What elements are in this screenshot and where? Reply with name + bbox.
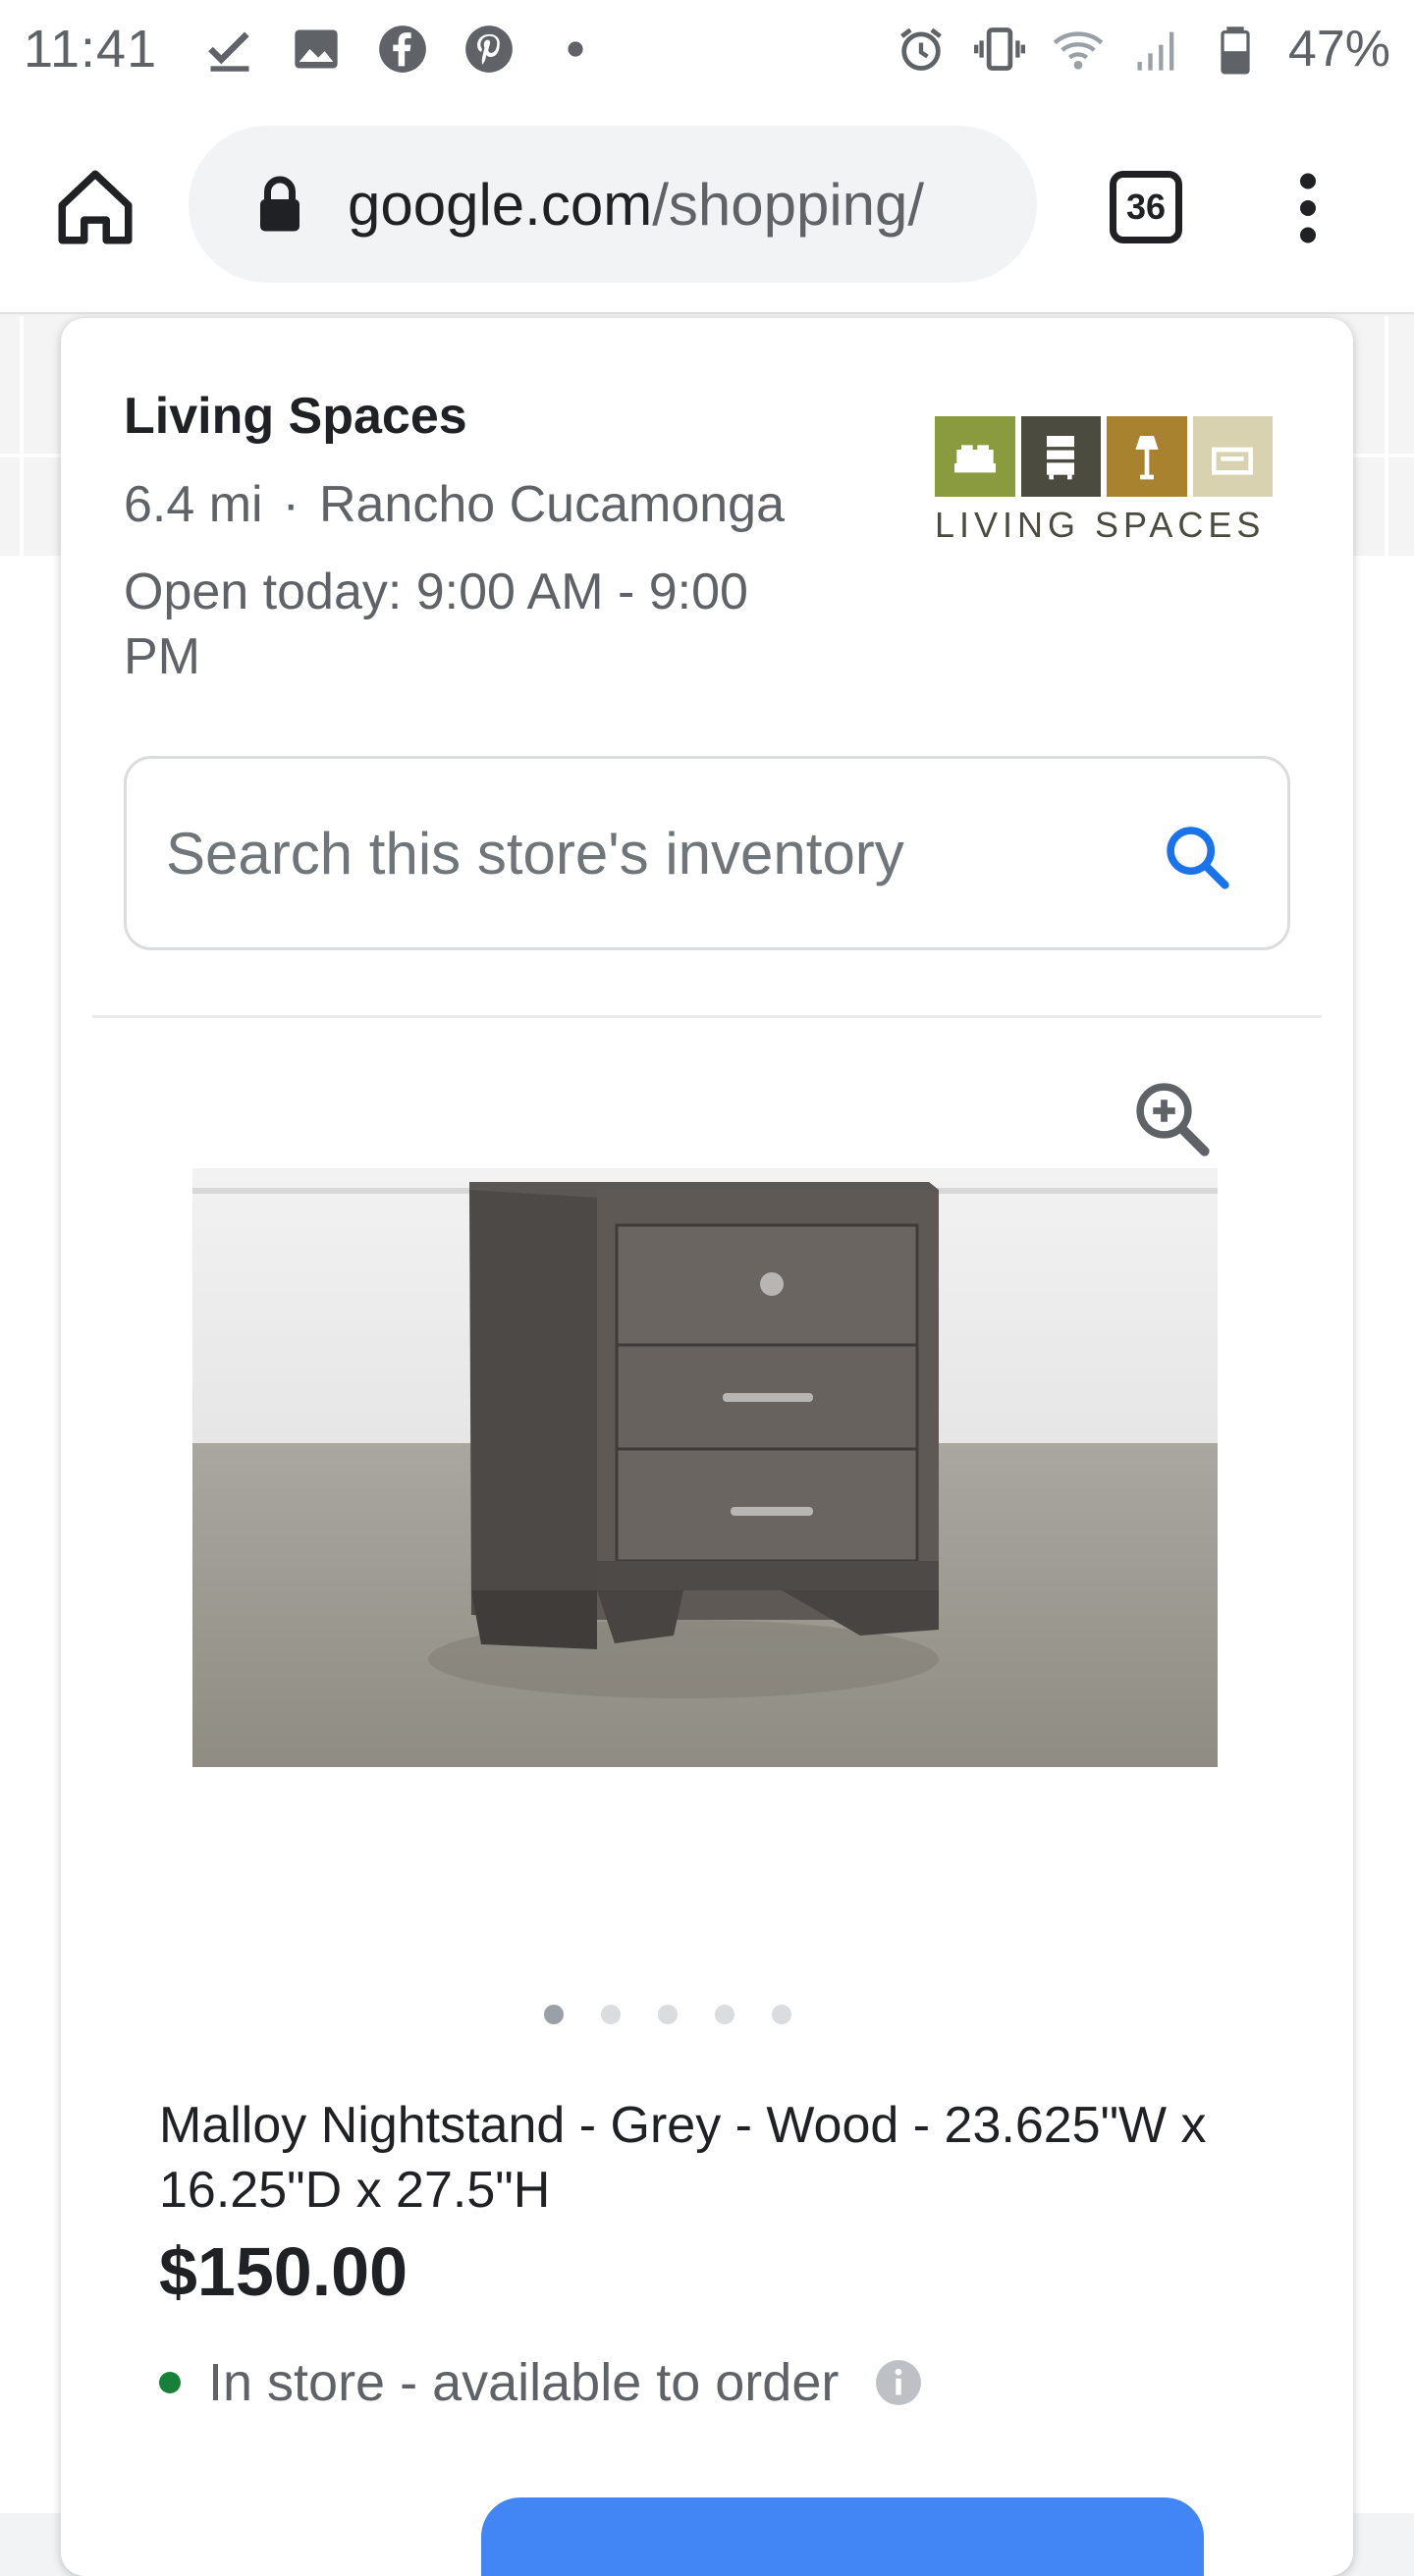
dresser-icon: [1020, 416, 1101, 497]
product-price: $150.00: [159, 2233, 408, 2310]
facebook-icon: [377, 24, 428, 75]
more-vert-icon: [1300, 173, 1316, 243]
store-distance: 6.4 mi: [124, 476, 263, 533]
lock-icon: [260, 176, 299, 232]
pinterest-icon: [463, 24, 515, 75]
url-text: google.com/shopping/: [348, 171, 924, 239]
store-name: Living Spaces: [124, 388, 467, 445]
tab-count: 36: [1125, 187, 1167, 227]
carousel-dot[interactable]: [715, 2005, 734, 2024]
url-bar[interactable]: google.com/shopping/: [189, 126, 1037, 283]
url-host: google.com: [348, 171, 653, 238]
battery-icon: [1210, 24, 1261, 75]
store-hours: Open today: 9:00 AM - 9:00 PM: [124, 564, 748, 685]
primary-action-button[interactable]: [481, 2497, 1204, 2576]
wifi-icon: [1053, 24, 1104, 75]
store-card: Living Spaces 6.4 mi · Rancho Cucamonga …: [61, 318, 1353, 2576]
availability: In store - available to order: [159, 2352, 923, 2413]
store-logo[interactable]: LIVING SPACES: [935, 416, 1273, 564]
url-path: /shopping/: [652, 171, 925, 238]
sofa-icon: [1192, 416, 1273, 497]
carousel-dot[interactable]: [772, 2005, 791, 2024]
signal-icon: [1131, 24, 1182, 75]
divider: [92, 1015, 1322, 1018]
carousel-dot[interactable]: [601, 2005, 621, 2024]
search-icon[interactable]: [1160, 820, 1234, 894]
browser-toolbar: google.com/shopping/ 36: [0, 98, 1414, 314]
status-bar: 11:41 47%: [0, 0, 1414, 98]
carousel-dot[interactable]: [544, 2005, 564, 2024]
lamp-icon: [1107, 416, 1187, 497]
image-carousel-dots[interactable]: [61, 2005, 1353, 2024]
check-download-icon: [204, 24, 255, 75]
in-stock-dot: [159, 2372, 181, 2393]
nightstand-photo: [192, 1168, 1218, 1767]
home-button[interactable]: [51, 163, 139, 251]
bed-icon: [935, 416, 1015, 497]
info-icon[interactable]: [874, 2358, 923, 2407]
battery-percent: 47%: [1287, 21, 1390, 78]
product-image[interactable]: [192, 1168, 1218, 1767]
notification-icons: [204, 24, 601, 75]
carousel-dot[interactable]: [658, 2005, 678, 2024]
search-input[interactable]: [166, 819, 1109, 887]
system-icons: 47%: [896, 20, 1390, 79]
alarm-icon: [896, 24, 947, 75]
product-title[interactable]: Malloy Nightstand - Grey - Wood - 23.625…: [159, 2093, 1278, 2223]
store-city: Rancho Cucamonga: [318, 476, 786, 533]
vibrate-icon: [973, 24, 1025, 75]
logo-wordmark: LIVING SPACES: [935, 505, 1266, 545]
tab-switcher-button[interactable]: 36: [1110, 171, 1182, 243]
store-inventory-search[interactable]: [124, 756, 1290, 950]
store-meta: 6.4 mi · Rancho Cucamonga: [124, 475, 785, 534]
overflow-menu-button[interactable]: [1278, 169, 1337, 247]
dot-icon: [550, 24, 601, 75]
status-time: 11:41: [24, 20, 158, 79]
availability-text: In store - available to order: [208, 2353, 840, 2412]
home-icon: [58, 170, 133, 244]
image-icon: [291, 24, 342, 75]
meta-separator: ·: [282, 476, 299, 533]
zoom-in-icon[interactable]: [1127, 1074, 1216, 1162]
